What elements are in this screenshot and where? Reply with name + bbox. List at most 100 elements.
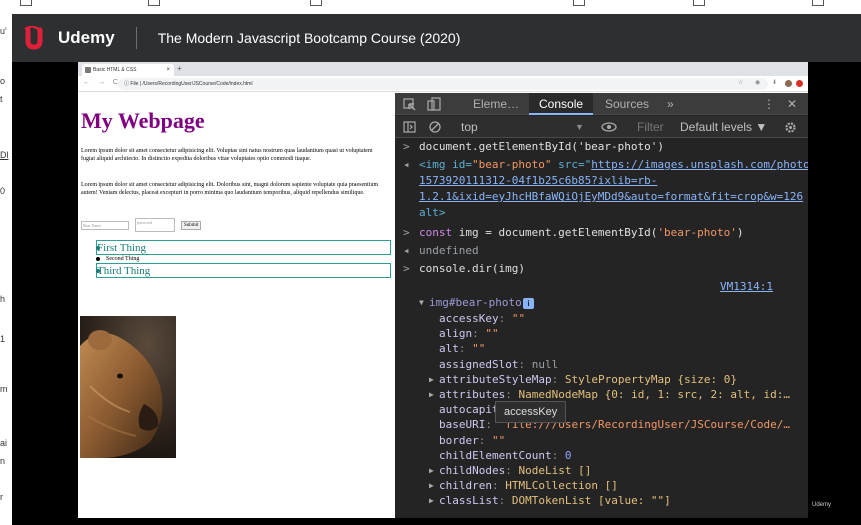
console-input-line[interactable]: > console.dir(img) (395, 261, 808, 277)
clear-console-icon[interactable] (429, 121, 441, 133)
property-key: childElementCount (439, 448, 552, 462)
object-property-row: align: "" (395, 326, 808, 342)
image-url-link[interactable]: 1573920111312-04f1b25c6b85?ixlib=rb- (419, 173, 657, 189)
device-toolbar-icon[interactable] (427, 97, 441, 111)
property-key: accessKey (439, 312, 499, 325)
browser-tab[interactable]: Basic HTML & CSS × (82, 64, 174, 76)
eye-icon[interactable] (601, 122, 617, 132)
tab-elements[interactable]: Eleme… (473, 93, 519, 115)
property-separator: : (491, 479, 506, 493)
expand-arrow-icon[interactable]: ▶ (429, 372, 434, 388)
property-separator: : (458, 342, 473, 356)
toolbar-icons[interactable]: ☆ ◉ ⬇ (738, 79, 782, 86)
object-property-row[interactable]: ▶ childNodes: NodeList [] (395, 463, 808, 479)
property-separator: : (551, 448, 565, 462)
chevron-down-icon[interactable]: ▼ (575, 116, 584, 138)
console-input-line[interactable]: > const img = document.getElementById('b… (395, 225, 808, 241)
paragraph: Lorem ipsum dolor sit amet consectetur a… (81, 148, 373, 162)
strip-mark (20, 0, 32, 6)
left-fragment: u' (0, 26, 7, 36)
list-item-text: Third Thing (97, 264, 151, 277)
bear-name-input[interactable]: Bear Name (81, 220, 129, 230)
context-selector[interactable]: top (461, 116, 478, 138)
inspect-element-icon[interactable] (403, 98, 416, 111)
strip-mark (310, 0, 322, 6)
favicon-icon (85, 67, 91, 73)
console-command: const img = document.getElementById('bea… (419, 226, 744, 239)
udemy-logo[interactable]: Udemy (22, 26, 115, 50)
console-toolbar: top ▼ Filter Default levels ▼ (395, 116, 808, 138)
page-heading: My Webpage (81, 108, 205, 133)
new-tab-button[interactable]: + (177, 64, 182, 74)
log-levels-dropdown[interactable]: Default levels ▼ (680, 116, 767, 138)
filter-input[interactable]: Filter (637, 116, 664, 138)
password-input[interactable]: password (135, 218, 175, 232)
close-devtools-icon[interactable]: ✕ (787, 93, 797, 115)
expand-arrow-icon[interactable]: ▼ (419, 295, 424, 311)
expand-arrow-icon[interactable]: ▶ (429, 478, 434, 494)
header-divider (135, 27, 137, 49)
udemy-wordmark: Udemy (58, 28, 115, 47)
bullet (96, 257, 100, 261)
property-value: NamedNodeMap {0: id, 1: src, 2: alt, id:… (518, 388, 791, 401)
sidebar-toggle-icon[interactable] (403, 121, 416, 133)
object-property-row: border: "" (395, 433, 808, 449)
console-command: console.dir(img) (419, 262, 525, 275)
left-fragment: o (0, 76, 6, 86)
object-property-row[interactable]: ▶ attributes: NamedNodeMap {0: id, 1: src… (395, 387, 808, 403)
udemy-course-header: Udemy The Modern Javascript Bootcamp Cou… (12, 14, 861, 62)
property-key: attributeStyleMap (439, 372, 552, 386)
info-badge-icon[interactable]: i (523, 298, 534, 309)
close-tab-icon[interactable]: × (166, 64, 170, 76)
object-tree-head[interactable]: ▼ img#bear-photo i (395, 295, 808, 311)
course-title[interactable]: The Modern Javascript Bootcamp Course (2… (158, 30, 461, 46)
nav-buttons[interactable]: ← → C (83, 79, 121, 86)
left-fragment: 1 (0, 334, 6, 344)
console-result-line[interactable]: 1573920111312-04f1b25c6b85?ixlib=rb- (395, 173, 808, 189)
list-item: Second Thing (81, 255, 391, 263)
devtools-panel: Eleme… Console Sources » ⋮ ✕ top ▼ Filte… (395, 93, 808, 518)
property-separator: : (498, 312, 512, 325)
left-fragment: ai (0, 438, 8, 448)
devtools-menu-icon[interactable]: ⋮ (763, 93, 775, 115)
console-output: > document.getElementById('bear-photo') … (395, 139, 808, 518)
prompt-icon: > (403, 262, 410, 275)
image-url-link[interactable]: 1.2.1&ixid=eyJhcHBfaWQiOjEyMDd9&auto=for… (419, 189, 803, 205)
chrome-menu-icon[interactable] (796, 80, 803, 87)
property-value: null (531, 357, 559, 371)
object-property-row[interactable]: ▶ classList: DOMTokenList [value: ""] (395, 493, 808, 509)
address-bar[interactable]: ⓘ File | /Users/RecordingUser/JSCourse/C… (118, 78, 768, 90)
tab-console[interactable]: Console (529, 93, 594, 115)
property-tooltip: accessKey (495, 401, 567, 423)
object-property-row: autocapitalize: "" (395, 402, 808, 418)
object-name: img#bear-photo (429, 296, 522, 309)
paragraph: Lorem ipsum dolor sit amet consectetur a… (81, 182, 379, 196)
property-key: assignedSlot (439, 357, 519, 371)
expand-arrow-icon[interactable]: ▶ (429, 493, 434, 509)
profile-avatar[interactable] (785, 80, 792, 87)
tab-sources[interactable]: Sources (605, 93, 649, 115)
object-property-row: assignedSlot: null (395, 357, 808, 373)
prompt-icon: > (403, 226, 410, 239)
more-tabs-icon[interactable]: » (667, 93, 674, 115)
property-key: alt (439, 342, 459, 356)
console-input-line[interactable]: > document.getElementById('bear-photo') (395, 139, 808, 155)
gear-icon[interactable] (784, 121, 797, 134)
property-value: HTMLCollection [] (505, 479, 618, 493)
expand-arrow-icon[interactable]: ▶ (429, 387, 434, 403)
property-separator: : (478, 433, 492, 447)
object-property-row[interactable]: ▶ children: HTMLCollection [] (395, 478, 808, 494)
property-separator: : (472, 327, 486, 341)
console-command: document.getElementById('bear-photo') (419, 140, 665, 153)
property-value: "" (485, 327, 499, 341)
object-property-row[interactable]: ▶ attributeStyleMap: StylePropertyMap {si… (395, 372, 808, 388)
console-result-line[interactable]: 1.2.1&ixid=eyJhcHBfaWQiOjEyMDd9&auto=for… (395, 189, 808, 205)
things-list: First Thing Second Thing Third Thing (81, 240, 391, 278)
expand-arrow-icon[interactable]: ▶ (429, 463, 434, 479)
property-value: DOMTokenList [value: ""] (511, 494, 671, 508)
submit-button[interactable]: Submit (181, 220, 202, 230)
vm-source-link[interactable]: VM1314:1 (720, 279, 773, 295)
console-result-line[interactable]: ◂ <img id="bear-photo" src="https://imag… (395, 157, 808, 173)
prompt-icon: > (403, 140, 410, 153)
list-item-text: Second Thing (106, 256, 140, 262)
